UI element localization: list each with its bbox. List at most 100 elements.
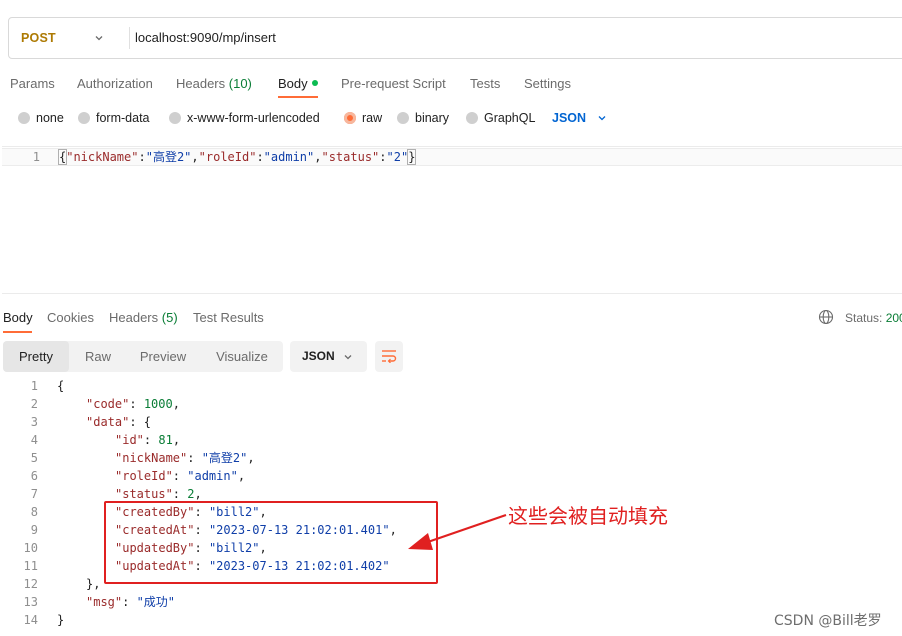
tab-label: Body xyxy=(3,310,33,325)
active-tab-indicator xyxy=(278,96,318,98)
json-punct: : xyxy=(129,397,144,411)
radio-icon xyxy=(397,111,409,124)
request-body-text[interactable]: {"nickName":"高登2","roleId":"admin","stat… xyxy=(57,148,417,166)
line-number: 5 xyxy=(30,451,38,465)
radio-selected-icon xyxy=(344,111,356,124)
radio-x-www-form-urlencoded[interactable]: x-www-form-urlencoded xyxy=(169,108,320,128)
view-raw-button[interactable]: Raw xyxy=(71,341,125,372)
line-number: 3 xyxy=(30,415,38,429)
json-key: "nickName" xyxy=(66,150,139,164)
json-punct: : xyxy=(122,595,137,609)
line-number: 12 xyxy=(23,577,38,591)
json-punct: : xyxy=(138,150,146,164)
tab-label: Authorization xyxy=(77,76,153,91)
line-number: 1 xyxy=(30,379,38,393)
json-punct: : xyxy=(256,150,264,164)
json-punct: , xyxy=(237,469,246,483)
tab-label: Test Results xyxy=(193,310,264,325)
line-number: 4 xyxy=(30,433,38,447)
code-line: "roleId": "admin", xyxy=(115,467,245,485)
tab-headers[interactable]: Headers (10) xyxy=(176,74,252,102)
view-mode-group: Pretty Raw Preview Visualize xyxy=(3,341,283,372)
json-punct: } xyxy=(57,613,65,627)
json-key: "nickName" xyxy=(115,451,188,465)
method-select[interactable]: POST xyxy=(21,18,56,58)
response-tab-headers[interactable]: Headers (5) xyxy=(109,309,178,327)
radio-form-data[interactable]: form-data xyxy=(78,108,150,128)
code-line: { xyxy=(57,377,64,395)
code-line: "nickName": "高登2", xyxy=(115,449,255,467)
globe-icon[interactable] xyxy=(818,309,834,325)
json-key: "roleId" xyxy=(115,469,173,483)
response-tab-body[interactable]: Body xyxy=(3,309,33,327)
json-string: "2" xyxy=(386,150,409,164)
code-line: } xyxy=(57,611,64,629)
json-string: "成功" xyxy=(136,595,176,609)
radio-icon xyxy=(169,111,181,124)
radio-raw[interactable]: raw xyxy=(344,108,382,128)
line-number: 1 xyxy=(32,150,40,164)
json-punct: , xyxy=(172,433,181,447)
radio-label: GraphQL xyxy=(484,111,536,125)
format-label: JSON xyxy=(302,349,335,363)
json-punct: : xyxy=(143,433,159,447)
json-key: "roleId" xyxy=(198,150,257,164)
radio-binary[interactable]: binary xyxy=(397,108,449,128)
format-select[interactable]: JSON xyxy=(290,341,367,372)
tab-params[interactable]: Params xyxy=(10,74,55,102)
view-visualize-button[interactable]: Visualize xyxy=(201,341,283,372)
response-status: Status: 200 xyxy=(845,309,902,327)
json-number: 81 xyxy=(158,433,173,447)
tab-label: Tests xyxy=(470,76,501,91)
body-indicator-dot xyxy=(311,79,318,86)
line-number: 10 xyxy=(23,541,38,555)
json-punct: : xyxy=(172,487,188,501)
radio-label: raw xyxy=(362,111,383,125)
line-number: 8 xyxy=(30,505,38,519)
request-body-editor[interactable]: 1 {"nickName":"高登2","roleId":"admin","st… xyxy=(2,146,902,294)
view-preview-button[interactable]: Preview xyxy=(127,341,199,372)
radio-label: binary xyxy=(415,111,450,125)
json-punct: , xyxy=(172,397,180,411)
chevron-down-icon[interactable] xyxy=(596,112,608,124)
annotation-text: 这些会被自动填充 xyxy=(508,504,668,528)
tab-settings[interactable]: Settings xyxy=(524,74,571,102)
view-pretty-button[interactable]: Pretty xyxy=(3,341,69,372)
divider xyxy=(129,27,130,49)
wrap-lines-icon xyxy=(382,350,397,363)
radio-icon xyxy=(466,111,478,124)
watermark: CSDN @Bill老罗 xyxy=(774,613,882,629)
radio-graphql[interactable]: GraphQL xyxy=(466,108,535,128)
json-punct: , xyxy=(191,150,199,164)
tab-authorization[interactable]: Authorization xyxy=(77,74,153,102)
code-line: "msg": "成功" xyxy=(86,593,175,611)
tab-tests[interactable]: Tests xyxy=(470,74,500,102)
wrap-lines-button[interactable] xyxy=(375,341,403,372)
tab-pre-request-script[interactable]: Pre-request Script xyxy=(341,74,446,102)
language-select[interactable]: JSON xyxy=(552,108,586,128)
line-number: 11 xyxy=(23,559,38,573)
json-punct: , xyxy=(194,487,202,501)
tab-count: (10) xyxy=(228,76,252,91)
json-punct: } xyxy=(407,149,417,165)
response-tab-test-results[interactable]: Test Results xyxy=(193,309,264,327)
tab-label: Headers xyxy=(109,310,159,325)
request-bar: POST localhost:9090/mp/insert xyxy=(8,17,902,59)
response-tab-cookies[interactable]: Cookies xyxy=(47,309,94,327)
code-line: "code": 1000, xyxy=(86,395,180,413)
tab-label: Cookies xyxy=(47,310,94,325)
line-number: 13 xyxy=(23,595,38,609)
radio-icon xyxy=(18,111,30,124)
json-string: "admin" xyxy=(187,469,238,483)
radio-label: none xyxy=(36,111,64,125)
tab-label: Headers xyxy=(176,76,226,91)
json-punct: : { xyxy=(129,415,152,429)
url-input[interactable]: localhost:9090/mp/insert xyxy=(135,18,276,58)
json-punct: : xyxy=(187,451,202,465)
json-string: "高登2" xyxy=(145,150,192,164)
json-string: "高登2" xyxy=(201,451,248,465)
line-number: 6 xyxy=(30,469,38,483)
radio-none[interactable]: none xyxy=(18,108,64,128)
chevron-down-icon[interactable] xyxy=(93,32,105,44)
highlight-box xyxy=(104,501,438,584)
